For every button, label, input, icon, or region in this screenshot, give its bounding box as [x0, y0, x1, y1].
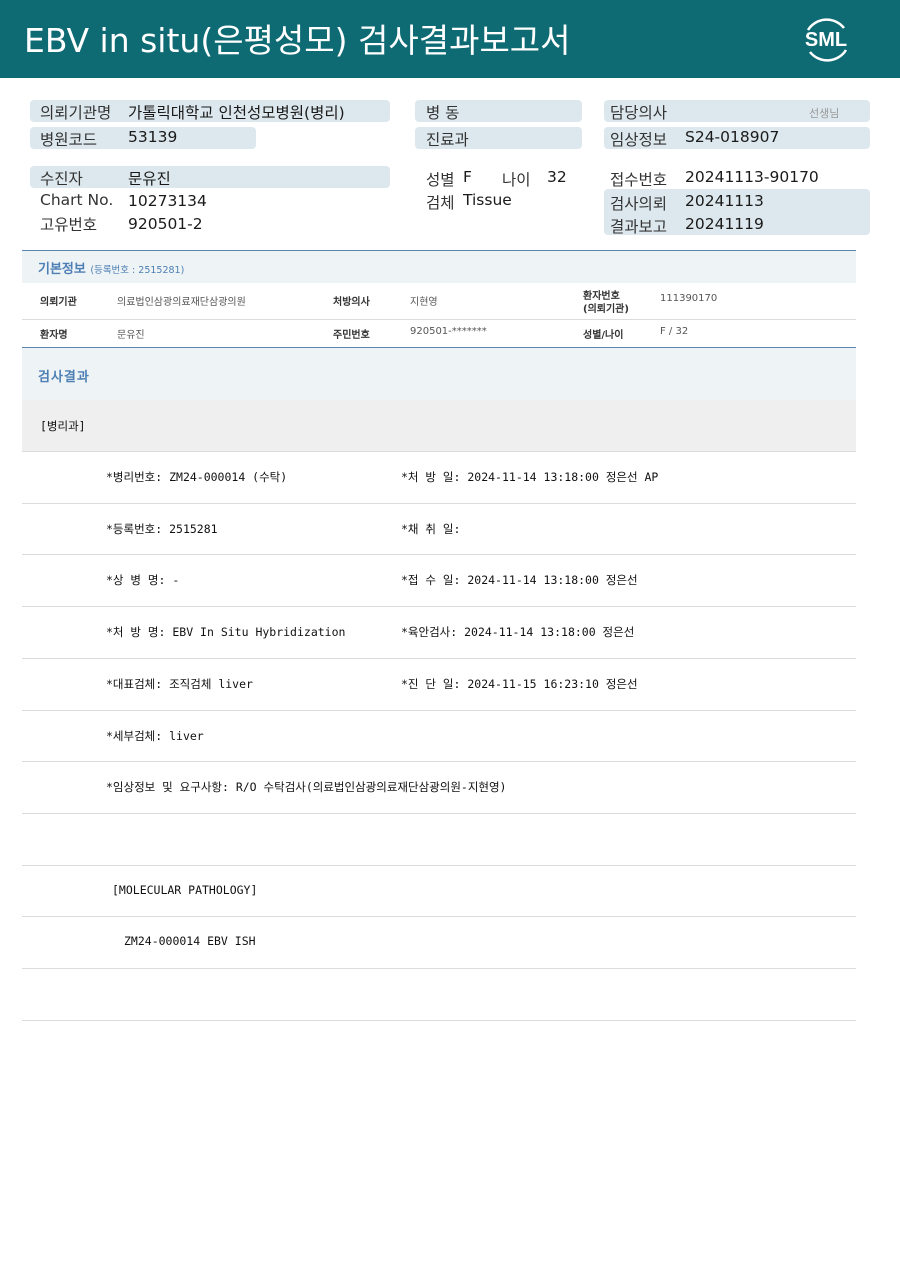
doctor-label: 담당의사	[610, 104, 668, 122]
unique-label: 고유번호	[40, 216, 98, 234]
age-value: 32	[547, 168, 567, 186]
patient-name-label: 환자명	[40, 330, 68, 341]
report-title: EBV in situ(은평성모) 검사결과보고서	[24, 21, 571, 60]
result-line-right: *접 수 일: 2024-11-14 13:18:00 정은선	[401, 573, 638, 587]
results-header	[22, 347, 856, 400]
ward-label: 병 동	[426, 104, 460, 122]
chart-value: 10273134	[128, 192, 207, 210]
sex-age-value: F / 32	[660, 326, 689, 337]
result-row-divider	[22, 916, 856, 917]
age-label: 나이	[502, 171, 531, 189]
registration-subtitle: (등록번호 : 2515281)	[90, 265, 185, 276]
result-line-left: *세부검체: liver	[106, 729, 204, 743]
result-row-divider	[22, 1020, 856, 1021]
result-line-right: *진 단 일: 2024-11-15 16:23:10 정은선	[401, 677, 638, 691]
chart-label: Chart No.	[40, 191, 114, 209]
result-line-left: *대표검체: 조직검체 liver	[106, 677, 253, 691]
result-line-left: *처 방 명: EBV In Situ Hybridization	[106, 625, 346, 639]
result-row-divider	[22, 554, 856, 555]
prescriber-value: 지현영	[410, 297, 438, 308]
receipt-label: 접수번호	[610, 171, 668, 189]
result-row-divider	[22, 606, 856, 607]
result-row-divider	[22, 451, 856, 452]
patient-no-value: 111390170	[660, 293, 718, 304]
patient-no-label-2: (의뢰기관)	[583, 304, 629, 315]
result-row-divider	[22, 865, 856, 866]
department-label: 진료과	[426, 131, 469, 149]
result-line-left: *병리번호: ZM24-000014 (수탁)	[106, 470, 288, 484]
department-name: [병리과]	[40, 419, 86, 433]
request-value: 20241113	[685, 192, 764, 210]
result-line-right: *육안검사: 2024-11-14 13:18:00 정은선	[401, 625, 635, 639]
result-row-divider	[22, 813, 856, 814]
department-band	[22, 400, 856, 451]
hospital-code-label: 병원코드	[40, 131, 98, 149]
patient-label: 수진자	[40, 170, 83, 188]
basic-info-title-text: 기본정보	[38, 262, 86, 277]
patient-name-value: 문유진	[117, 330, 145, 341]
sex-label: 성별	[426, 171, 455, 189]
clinical-info-value: S24-018907	[685, 128, 780, 146]
results-title: 검사결과	[38, 370, 90, 385]
result-line-right: *채 취 일:	[401, 522, 461, 536]
rrn-label: 주민번호	[333, 330, 370, 341]
basic-divider	[22, 319, 856, 320]
result-row-divider	[22, 710, 856, 711]
clinical-info-label: 임상정보	[610, 131, 668, 149]
result-line-left: ZM24-000014 EBV ISH	[124, 934, 256, 948]
result-row-divider	[22, 503, 856, 504]
report-date-value: 20241119	[685, 215, 764, 233]
rrn-value: 920501-*******	[410, 326, 487, 337]
inst-label: 의뢰기관	[40, 297, 77, 308]
basic-info-title: 기본정보 (등록번호 : 2515281)	[38, 258, 184, 277]
patient-value: 문유진	[128, 170, 171, 188]
result-row-divider	[22, 968, 856, 969]
result-line-right: *처 방 일: 2024-11-14 13:18:00 정은선 AP	[401, 470, 659, 484]
result-line-left: *상 병 명: -	[106, 573, 180, 587]
institution-label: 의뢰기관명	[40, 104, 112, 122]
prescriber-label: 처방의사	[333, 297, 370, 308]
patient-pill	[30, 166, 390, 188]
unique-value: 920501-2	[128, 215, 203, 233]
result-line-left: *등록번호: 2515281	[106, 522, 218, 536]
report-date-label: 결과보고	[610, 218, 668, 236]
inst-value: 의료법인삼광의료재단삼광의원	[117, 297, 246, 308]
sex-value: F	[463, 168, 472, 186]
logo-text: SML	[805, 29, 847, 51]
result-row-divider	[22, 658, 856, 659]
request-label: 검사의뢰	[610, 195, 668, 213]
receipt-value: 20241113-90170	[685, 168, 819, 186]
hospital-code-value: 53139	[128, 128, 178, 146]
result-row-divider	[22, 761, 856, 762]
result-line-left: [MOLECULAR PATHOLOGY]	[112, 883, 258, 897]
specimen-label: 검체	[426, 194, 455, 212]
institution-value: 가톨릭대학교 인천성모병원(병리)	[128, 104, 345, 122]
specimen-value: Tissue	[463, 191, 512, 209]
result-line-left: *임상정보 및 요구사항: R/O 수탁검사(의료법인삼광의료재단삼광의원-지현…	[106, 780, 507, 794]
sml-logo-icon: SML	[796, 12, 856, 66]
sex-age-label: 성별/나이	[583, 330, 624, 341]
doctor-suffix: 선생님	[809, 107, 840, 120]
